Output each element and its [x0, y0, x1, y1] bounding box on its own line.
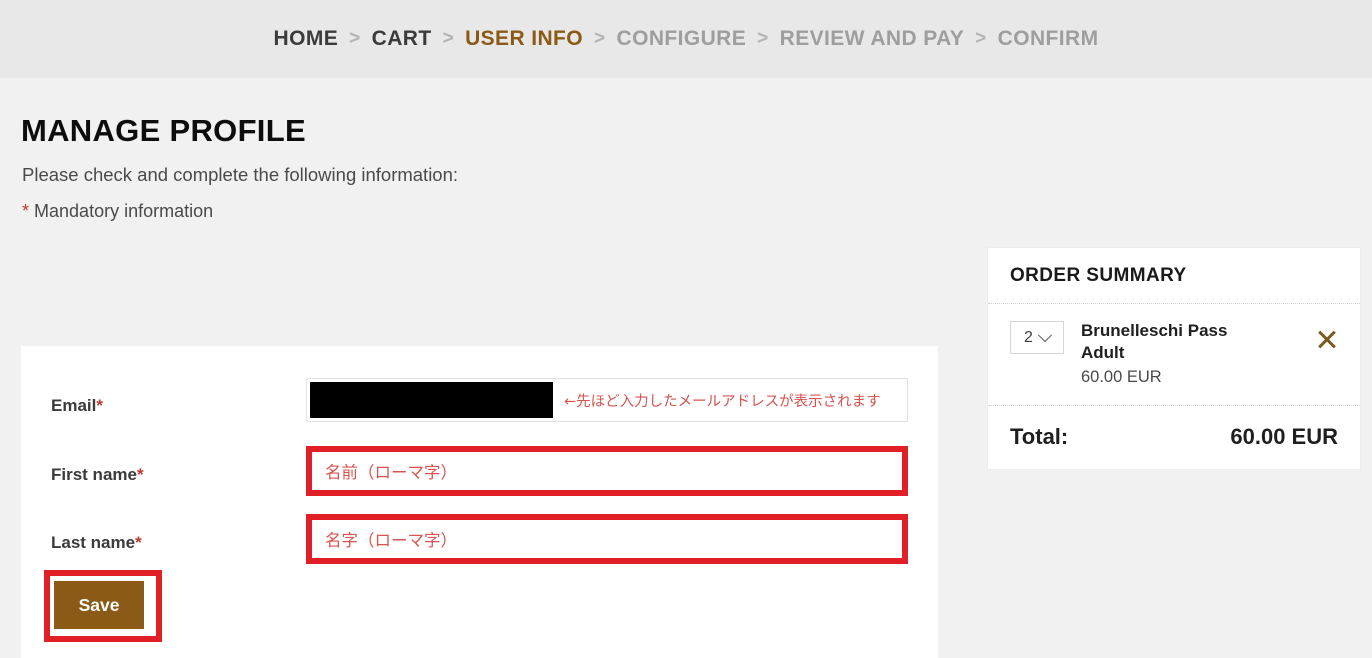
step-separator: > [757, 28, 769, 49]
mandatory-asterisk: * [22, 201, 30, 222]
email-label: Email* [51, 396, 103, 416]
mandatory-note: * Mandatory information [0, 186, 1372, 222]
quantity-value: 2 [1024, 328, 1033, 346]
last-name-annotation: 名字（ローマ字） [325, 531, 457, 550]
order-summary-card: ORDER SUMMARY 2 Brunelleschi Pass Adult … [987, 247, 1361, 471]
first-name-annotation: 名前（ローマ字） [325, 463, 457, 482]
chevron-down-icon [1037, 327, 1053, 342]
close-icon[interactable] [1314, 327, 1340, 353]
order-item-row: 2 Brunelleschi Pass Adult 60.00 EUR [988, 304, 1360, 407]
step-separator: > [975, 28, 987, 49]
order-item-details: Brunelleschi Pass Adult 60.00 EUR [1081, 320, 1314, 387]
first-name-label: First name* [51, 465, 144, 485]
email-label-text: Email [51, 396, 97, 415]
save-button[interactable]: Save [54, 581, 144, 629]
checkout-steps-bar: HOME > CART > USER INFO > CONFIGURE > RE… [0, 0, 1372, 78]
first-name-field[interactable]: 名前（ローマ字） [306, 446, 908, 496]
step-separator: > [442, 28, 455, 49]
step-separator: > [349, 28, 361, 49]
step-user-info[interactable]: USER INFO [465, 27, 583, 51]
last-name-required-mark: * [135, 533, 142, 552]
order-total-label: Total: [1010, 424, 1069, 450]
last-name-label: Last name* [51, 533, 142, 553]
order-item-price: 60.00 EUR [1081, 368, 1162, 387]
email-annotation: ←先ほど入力したメールアドレスが表示されます [564, 393, 881, 410]
step-review-and-pay: REVIEW AND PAY [779, 27, 965, 50]
email-redaction-bar [310, 382, 553, 418]
order-summary-heading: ORDER SUMMARY [988, 248, 1360, 304]
step-confirm: CONFIRM [997, 27, 1099, 50]
breadcrumb: HOME > CART > USER INFO > CONFIGURE > RE… [274, 27, 1099, 51]
page-subtitle: Please check and complete the following … [22, 164, 459, 186]
order-total-row: Total: 60.00 EUR [988, 406, 1360, 469]
page-content: MANAGE PROFILE Please check and complete… [0, 78, 1372, 658]
order-item-name: Brunelleschi Pass Adult [1081, 321, 1228, 362]
email-required-mark: * [96, 396, 103, 415]
email-field[interactable]: ←先ほど入力したメールアドレスが表示されます [306, 378, 908, 422]
last-name-label-text: Last name [51, 533, 136, 552]
step-cart[interactable]: CART [372, 27, 432, 51]
first-name-label-text: First name [51, 465, 137, 484]
mandatory-note-text: Mandatory information [34, 201, 214, 222]
quantity-select[interactable]: 2 [1010, 321, 1064, 354]
order-total-value: 60.00 EUR [1230, 424, 1338, 450]
last-name-field[interactable]: 名字（ローマ字） [306, 514, 908, 564]
first-name-required-mark: * [136, 465, 144, 484]
step-configure: CONFIGURE [616, 27, 747, 50]
page-title: MANAGE PROFILE [21, 113, 306, 148]
step-home[interactable]: HOME [274, 27, 339, 51]
step-separator: > [594, 28, 606, 49]
